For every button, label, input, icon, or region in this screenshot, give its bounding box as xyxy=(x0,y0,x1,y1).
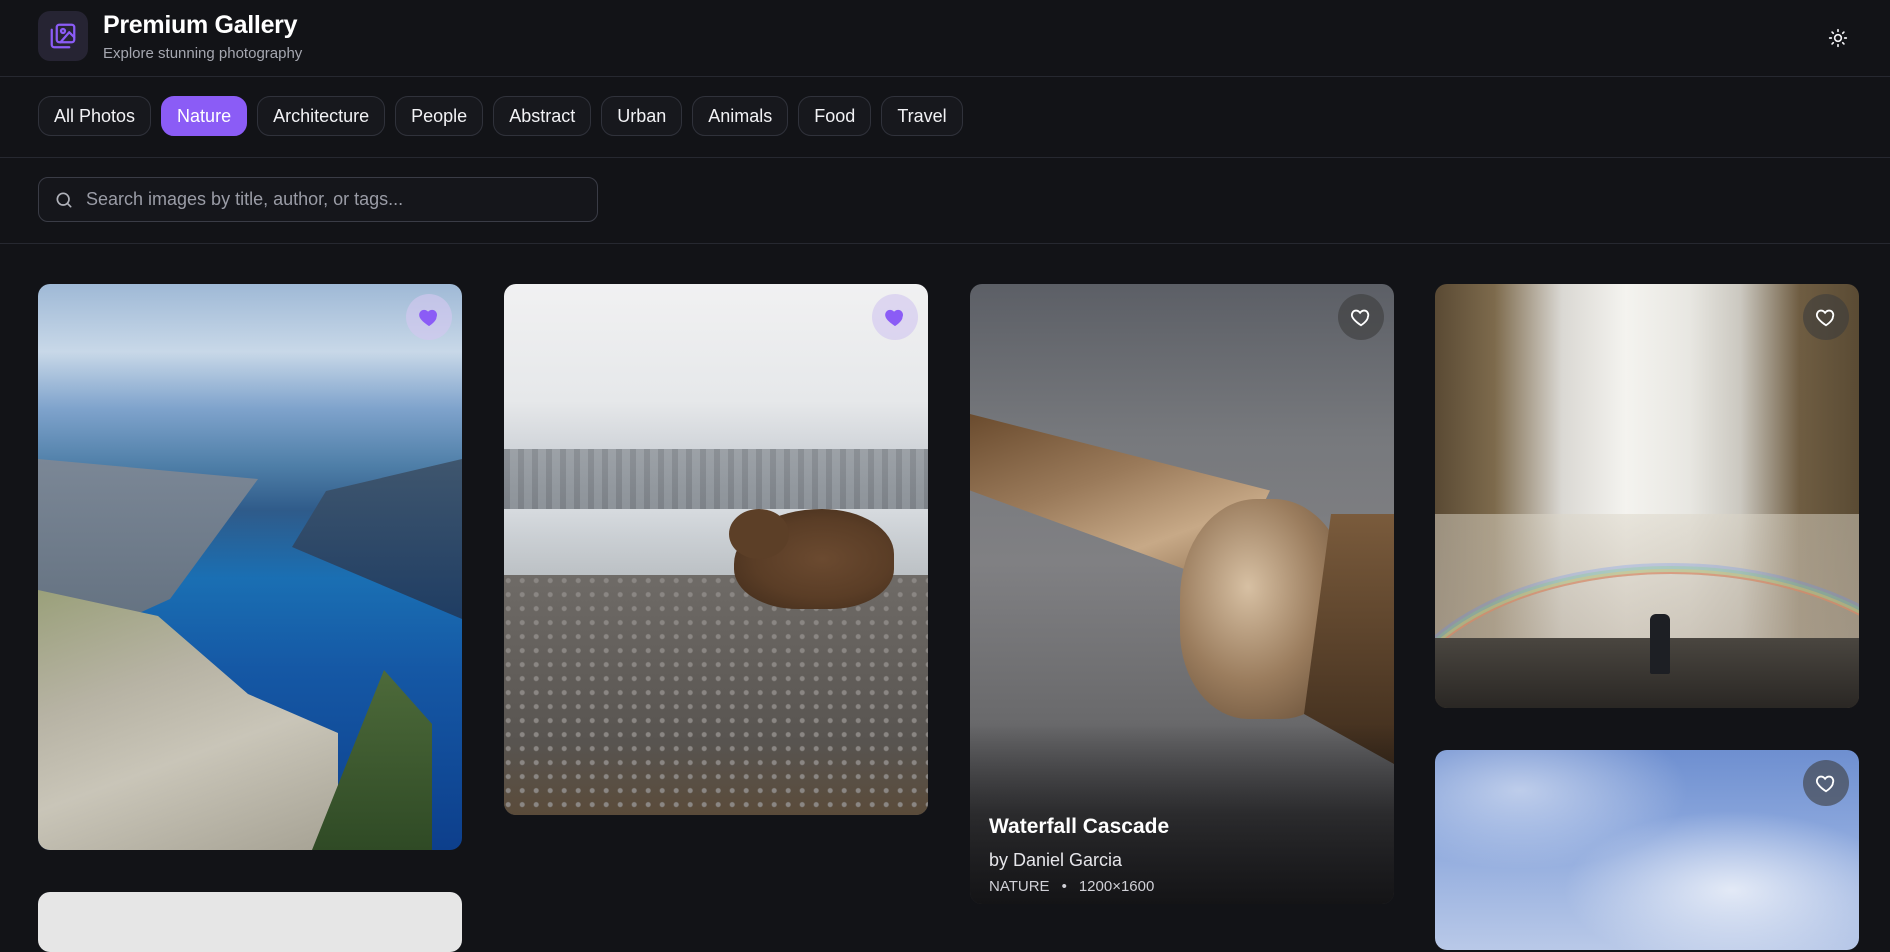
card-category: NATURE xyxy=(989,878,1050,895)
favorite-button[interactable] xyxy=(872,294,918,340)
theme-toggle-button[interactable] xyxy=(1820,20,1856,56)
gallery-card[interactable] xyxy=(38,892,462,952)
favorite-button[interactable] xyxy=(406,294,452,340)
heart-filled-icon xyxy=(885,309,903,327)
heart-filled-icon xyxy=(419,309,437,327)
favorite-button[interactable] xyxy=(1803,760,1849,806)
sun-icon xyxy=(1828,28,1848,48)
photo-rocky-ground xyxy=(504,575,928,815)
gallery-card[interactable] xyxy=(1435,750,1859,950)
heart-outline-icon xyxy=(1350,309,1370,327)
photo-fjord-cliff xyxy=(38,590,338,850)
card-author: by Daniel Garcia xyxy=(989,850,1123,870)
app-subtitle: Explore stunning photography xyxy=(103,45,303,62)
category-chip-urban[interactable]: Urban xyxy=(601,96,683,136)
search-icon xyxy=(54,190,74,210)
gallery-card[interactable]: Waterfall Cascade by Daniel Garcia NATUR… xyxy=(970,284,1394,904)
gallery-card[interactable] xyxy=(1435,284,1859,708)
category-chip-travel[interactable]: Travel xyxy=(881,96,963,136)
photo-fjord-mountain xyxy=(292,459,462,619)
photo-person xyxy=(1650,614,1670,674)
gallery-logo-icon xyxy=(38,11,88,61)
gallery-card[interactable] xyxy=(504,284,928,815)
card-dimensions: 1200×1600 xyxy=(1078,878,1155,895)
category-chip-architecture[interactable]: Architecture xyxy=(257,96,386,136)
search-input[interactable] xyxy=(84,188,597,211)
search-section xyxy=(0,158,1890,244)
category-chip-all-photos[interactable]: All Photos xyxy=(38,96,152,136)
category-filter-bar: All Photos Nature Architecture People Ab… xyxy=(0,77,1890,158)
category-chip-food[interactable]: Food xyxy=(798,96,872,136)
meta-separator-dot: • xyxy=(1061,878,1067,895)
heart-outline-icon xyxy=(1815,775,1835,793)
gallery-card[interactable] xyxy=(38,284,462,850)
app-header: Premium Gallery Explore stunning photogr… xyxy=(0,0,1890,77)
card-title: Waterfall Cascade xyxy=(989,815,1170,838)
photo-forest xyxy=(504,449,928,509)
card-caption-overlay xyxy=(970,724,1394,904)
category-chip-list: All Photos Nature Architecture People Ab… xyxy=(38,96,963,136)
app-title: Premium Gallery xyxy=(103,11,298,39)
card-meta: NATURE • 1200×1600 xyxy=(989,878,1154,895)
category-chip-abstract[interactable]: Abstract xyxy=(493,96,592,136)
favorite-button[interactable] xyxy=(1338,294,1384,340)
category-chip-nature[interactable]: Nature xyxy=(161,96,248,136)
photo-ground xyxy=(1435,638,1859,708)
photo-bear-head xyxy=(729,509,789,559)
photo-sky-clouds xyxy=(1435,750,1859,950)
category-chip-people[interactable]: People xyxy=(395,96,484,136)
heart-outline-icon xyxy=(1815,309,1835,327)
search-box xyxy=(38,177,598,222)
category-chip-animals[interactable]: Animals xyxy=(692,96,789,136)
favorite-button[interactable] xyxy=(1803,294,1849,340)
